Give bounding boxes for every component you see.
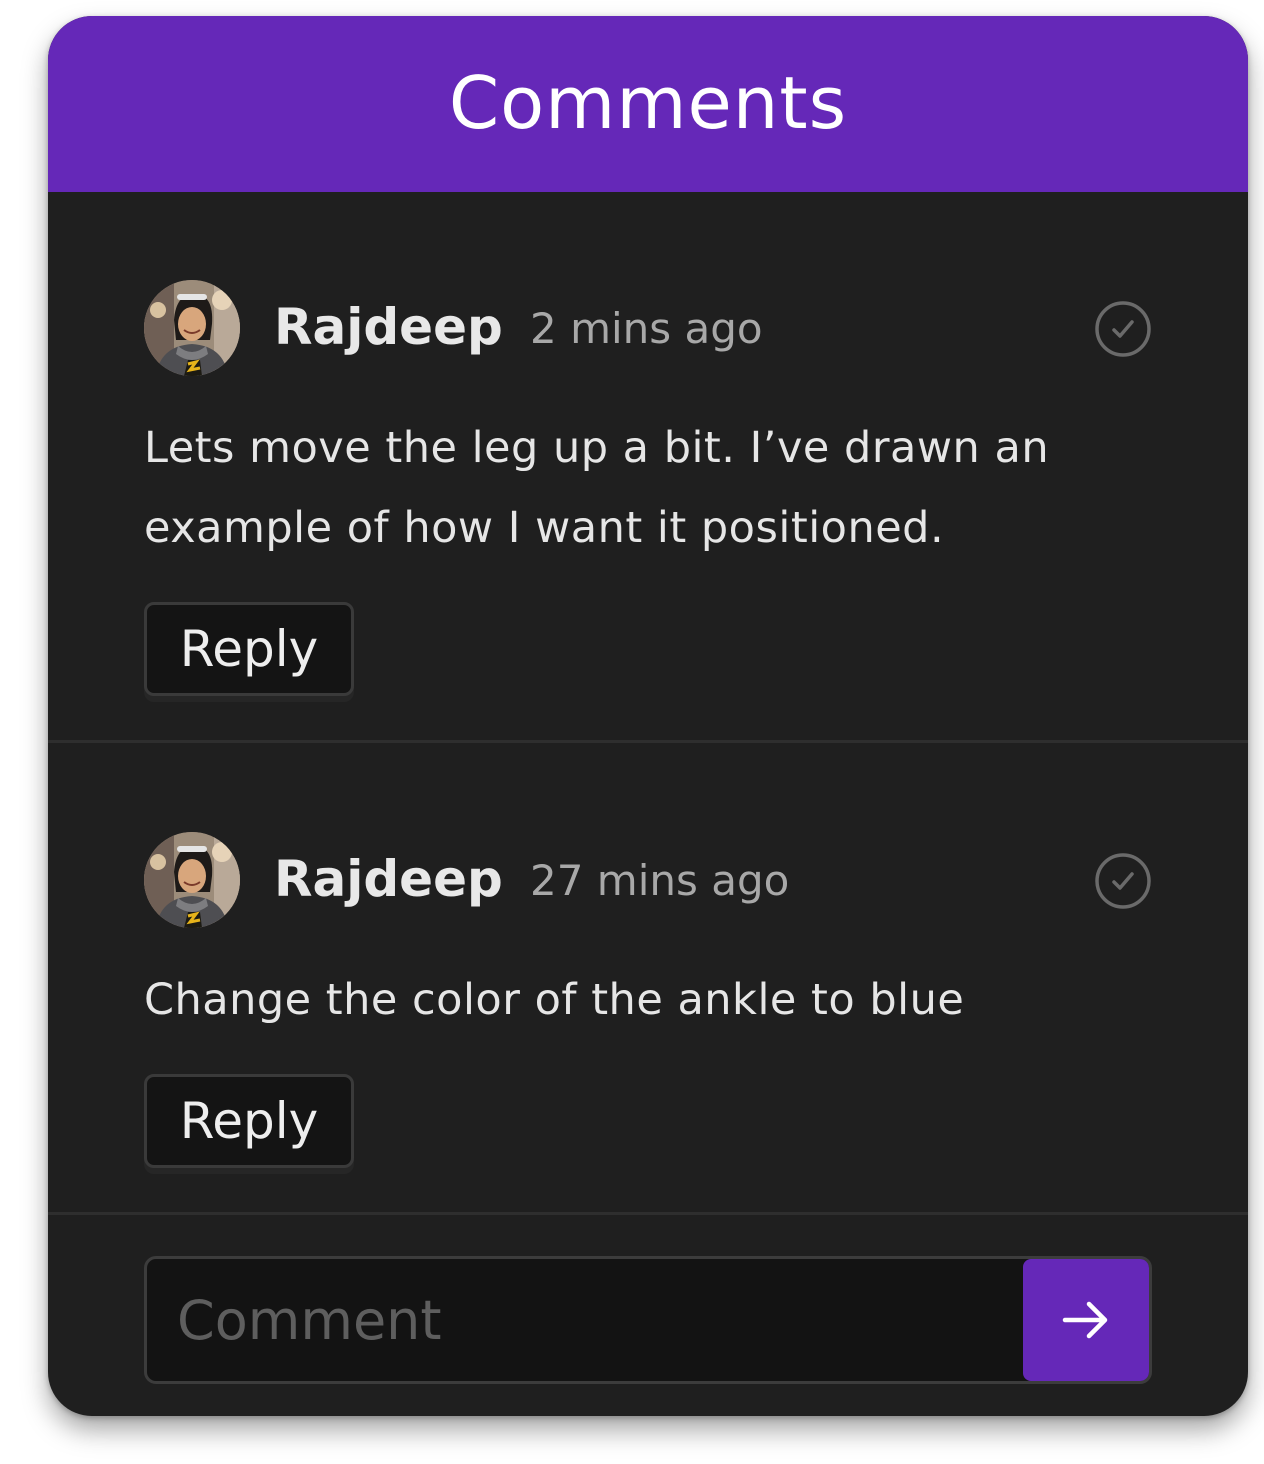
comment-input[interactable]: [147, 1259, 1023, 1381]
reply-button[interactable]: Reply: [144, 602, 354, 696]
comment-text: Change the color of the ankle to blue: [144, 960, 1104, 1040]
divider: [48, 740, 1248, 743]
comments-panel: Comments Rajdeep 2 mins ago Lets move th…: [48, 16, 1248, 1416]
arrow-right-icon: [1062, 1301, 1108, 1339]
comment-text: Lets move the leg up a bit. I’ve drawn a…: [144, 408, 1104, 568]
comment-item: Rajdeep 27 mins ago Change the color of …: [48, 832, 1248, 1212]
comment-header: Rajdeep 2 mins ago: [144, 280, 1152, 376]
comment-text-line: Lets move the leg up a bit. I’ve drawn a…: [144, 423, 1050, 473]
reply-button[interactable]: Reply: [144, 1074, 354, 1168]
avatar[interactable]: [144, 832, 240, 928]
comment-text-line: example of how I want it positioned.: [144, 503, 945, 553]
author-name: Rajdeep: [274, 298, 503, 356]
comment-timestamp: 27 mins ago: [530, 856, 790, 905]
panel-header: Comments: [48, 16, 1248, 192]
avatar-image: [144, 280, 240, 376]
author-name: Rajdeep: [274, 850, 503, 908]
panel-title: Comments: [448, 61, 848, 145]
divider: [48, 1212, 1248, 1215]
comment-item: Rajdeep 2 mins ago Lets move the leg up …: [48, 280, 1248, 740]
avatar-image: [144, 832, 240, 928]
avatar[interactable]: [144, 280, 240, 376]
check-circle-icon: [1095, 301, 1151, 357]
comment-header: Rajdeep 27 mins ago: [144, 832, 1152, 928]
comment-text-line: Change the color of the ankle to blue: [144, 975, 965, 1025]
check-circle-icon: [1095, 853, 1151, 909]
resolve-button[interactable]: [1094, 852, 1152, 910]
send-button[interactable]: [1023, 1259, 1149, 1381]
comment-composer: [144, 1256, 1152, 1384]
resolve-button[interactable]: [1094, 300, 1152, 358]
comment-timestamp: 2 mins ago: [530, 304, 763, 353]
